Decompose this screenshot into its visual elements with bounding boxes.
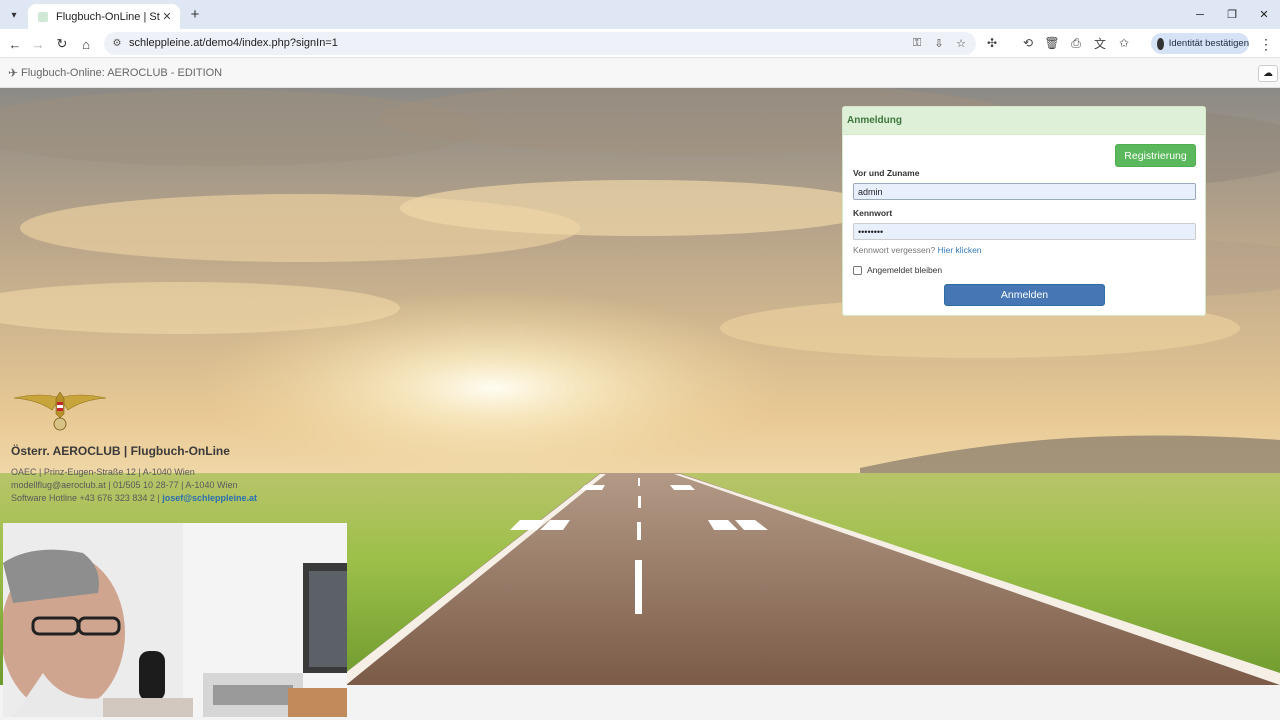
remember-me-label[interactable]: Angemeldet bleiben: [867, 265, 942, 275]
password-label: Kennwort: [853, 208, 893, 218]
bookmark-star-icon[interactable]: ☆: [952, 34, 970, 52]
address-bar[interactable]: ⚙ schleppleine.at/demo4/index.php?signIn…: [104, 32, 976, 55]
app-title[interactable]: Flugbuch-Online: AEROCLUB - EDITION: [21, 67, 222, 79]
club-hotline-email-link[interactable]: josef@schleppleine.at: [162, 493, 257, 503]
identity-button[interactable]: Identität bestätigen: [1151, 33, 1249, 54]
forgot-password-link[interactable]: Hier klicken: [938, 245, 982, 255]
club-name: Österr. AEROCLUB | Flugbuch-OnLine: [11, 444, 230, 458]
browser-toolbar: ← → ↻ ⌂ ⚙ schleppleine.at/demo4/index.ph…: [0, 29, 1280, 58]
login-heading: Anmeldung: [843, 107, 1205, 135]
webcam-presenter-image: [3, 523, 347, 717]
forgot-password: Kennwort vergessen? Hier klicken: [853, 245, 982, 255]
favorites-icon[interactable]: ✩: [1114, 33, 1134, 53]
home-icon[interactable]: ⌂: [76, 34, 96, 54]
aeroclub-eagle-emblem: [13, 391, 107, 431]
login-panel: Anmeldung Registrierung Vor und Zuname a…: [842, 106, 1206, 316]
browser-menu-icon[interactable]: ⋮: [1258, 34, 1274, 54]
window-close-icon[interactable]: ✕: [1248, 0, 1280, 29]
tab-close-icon[interactable]: ✕: [160, 10, 174, 23]
translate-icon[interactable]: 文: [1090, 33, 1110, 53]
forward-arrow-icon[interactable]: →: [28, 34, 48, 54]
register-button[interactable]: Registrierung: [1115, 144, 1196, 167]
address-url[interactable]: schleppleine.at/demo4/index.php?signIn=1: [129, 37, 338, 49]
print-icon[interactable]: ⎙: [1066, 33, 1086, 53]
delete-icon[interactable]: 🗑: [1042, 33, 1062, 53]
browser-tabstrip: ▾ Flugbuch-OnLine | Startseite ✕ + ─ ❐ ✕: [0, 0, 1280, 29]
new-tab-plus-icon[interactable]: +: [186, 5, 204, 23]
webcam-overlay: [3, 523, 347, 717]
minimize-icon[interactable]: ─: [1184, 0, 1216, 29]
forgot-password-text: Kennwort vergessen?: [853, 245, 936, 255]
browser-tab-active[interactable]: Flugbuch-OnLine | Startseite ✕: [28, 4, 180, 29]
identity-label: Identität bestätigen: [1168, 38, 1249, 49]
aeroplane-logo-icon: ✈: [8, 66, 19, 80]
extensions-puzzle-icon[interactable]: ✣: [982, 33, 1002, 53]
remember-me-checkbox[interactable]: [853, 265, 862, 275]
app-header: ✈ Flugbuch-Online: AEROCLUB - EDITION ☁: [0, 58, 1280, 88]
club-contact: modellflug@aeroclub.at | 01/505 10 28-77…: [11, 480, 238, 490]
name-label: Vor und Zuname: [853, 168, 920, 178]
remember-me[interactable]: Angemeldet bleiben: [853, 265, 942, 275]
password-key-icon[interactable]: ⚿: [908, 34, 926, 52]
tab-search-chevron-icon[interactable]: ▾: [4, 5, 24, 25]
history-icon[interactable]: ⟲: [1018, 33, 1038, 53]
name-input[interactable]: admin: [853, 183, 1196, 200]
password-input[interactable]: ••••••••: [853, 223, 1196, 240]
profile-avatar-icon: [1157, 37, 1164, 50]
back-arrow-icon[interactable]: ←: [5, 34, 25, 54]
club-address: OAEC | Prinz-Eugen-Straße 12 | A-1040 Wi…: [11, 467, 195, 477]
window-controls: ─ ❐ ✕: [1184, 0, 1280, 29]
cloud-upload-icon[interactable]: ☁: [1258, 65, 1278, 82]
site-info-icon[interactable]: ⚙: [110, 36, 124, 50]
club-hotline: Software Hotline +43 676 323 834 2 | jos…: [11, 493, 257, 503]
install-app-icon[interactable]: ⇩: [930, 34, 948, 52]
tab-title: Flugbuch-OnLine | Startseite: [56, 10, 160, 23]
login-submit-button[interactable]: Anmelden: [944, 284, 1105, 306]
club-hotline-text: Software Hotline +43 676 323 834 2 |: [11, 493, 160, 503]
restore-icon[interactable]: ❐: [1216, 0, 1248, 29]
favicon-icon: [38, 11, 48, 22]
reload-icon[interactable]: ↻: [52, 34, 72, 54]
